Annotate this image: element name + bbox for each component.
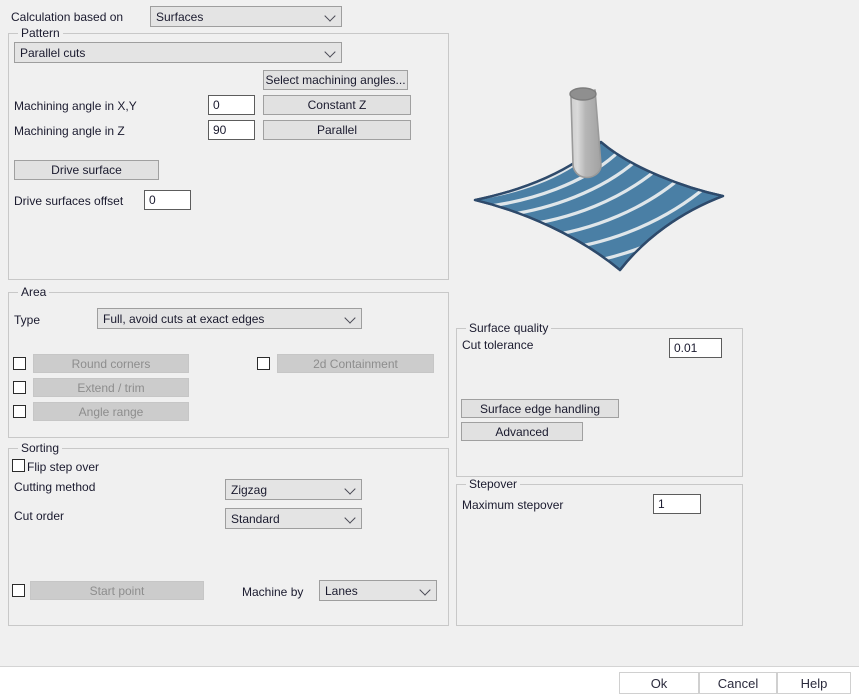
area-type-dropdown[interactable]: Full, avoid cuts at exact edges (97, 308, 362, 329)
machine-by-dropdown[interactable]: Lanes (319, 580, 437, 601)
constant-z-button[interactable]: Constant Z (263, 95, 411, 115)
sorting-group-title: Sorting (18, 441, 63, 455)
stepover-group-title: Stepover (466, 477, 521, 491)
toolpath-preview-svg (473, 87, 725, 272)
cut-tolerance-input[interactable] (669, 338, 722, 358)
parallel-button[interactable]: Parallel (263, 120, 411, 140)
drive-surfaces-offset-label: Drive surfaces offset (14, 194, 124, 208)
start-point-button[interactable]: Start point (30, 581, 204, 600)
flip-step-over-label: Flip step over (27, 460, 100, 474)
advanced-button[interactable]: Advanced (461, 422, 583, 441)
footer-separator (0, 666, 859, 667)
angle-range-checkbox[interactable] (13, 405, 26, 418)
calculation-based-on-label: Calculation based on (11, 10, 124, 24)
toolpath-preview (455, 60, 740, 280)
machine-by-label: Machine by (242, 585, 304, 599)
chevron-down-icon (321, 7, 341, 26)
cut-order-label: Cut order (14, 509, 65, 523)
round-corners-checkbox[interactable] (13, 357, 26, 370)
chevron-down-icon (341, 509, 361, 528)
cut-order-value: Standard (231, 511, 280, 526)
maximum-stepover-input[interactable] (653, 494, 701, 514)
select-machining-angles-button[interactable]: Select machining angles... (263, 70, 408, 90)
surface-quality-group-title: Surface quality (466, 321, 552, 335)
angle-range-button[interactable]: Angle range (33, 402, 189, 421)
pattern-dropdown[interactable]: Parallel cuts (14, 42, 342, 63)
calculation-based-on-dropdown[interactable]: Surfaces (150, 6, 342, 27)
extend-trim-checkbox[interactable] (13, 381, 26, 394)
cut-tolerance-label: Cut tolerance (462, 338, 534, 352)
tool-top-ellipse (569, 87, 597, 101)
machining-angle-z-input[interactable] (208, 120, 255, 140)
machining-angle-xy-input[interactable] (208, 95, 255, 115)
chevron-down-icon (341, 480, 361, 499)
chevron-down-icon (416, 581, 436, 600)
calculation-based-on-value: Surfaces (156, 9, 204, 24)
surface-edge-handling-button[interactable]: Surface edge handling (461, 399, 619, 418)
extend-trim-button[interactable]: Extend / trim (33, 378, 189, 397)
cancel-button[interactable]: Cancel (699, 672, 777, 694)
cutting-tool (569, 87, 602, 179)
cut-order-dropdown[interactable]: Standard (225, 508, 362, 529)
chevron-down-icon (341, 309, 361, 328)
help-button[interactable]: Help (777, 672, 851, 694)
pattern-value: Parallel cuts (20, 45, 86, 60)
cutting-method-value: Zigzag (231, 482, 268, 497)
area-group-title: Area (18, 285, 50, 299)
2d-containment-checkbox[interactable] (257, 357, 270, 370)
area-type-label: Type (14, 313, 41, 327)
round-corners-button[interactable]: Round corners (33, 354, 189, 373)
maximum-stepover-label: Maximum stepover (462, 498, 564, 512)
cutting-method-dropdown[interactable]: Zigzag (225, 479, 362, 500)
machining-angle-z-label: Machining angle in Z (14, 124, 125, 138)
drive-surfaces-offset-input[interactable] (144, 190, 191, 210)
drive-surface-button[interactable]: Drive surface (14, 160, 159, 180)
2d-containment-button[interactable]: 2d Containment (277, 354, 434, 373)
flip-step-over-checkbox[interactable] (12, 459, 25, 472)
area-type-value: Full, avoid cuts at exact edges (103, 311, 265, 326)
cutting-method-label: Cutting method (14, 480, 96, 494)
ok-button[interactable]: Ok (619, 672, 699, 694)
machining-angle-xy-label: Machining angle in X,Y (14, 99, 137, 113)
pattern-group-title: Pattern (18, 26, 63, 40)
machine-by-value: Lanes (325, 583, 358, 598)
chevron-down-icon (321, 43, 341, 62)
start-point-checkbox[interactable] (12, 584, 25, 597)
